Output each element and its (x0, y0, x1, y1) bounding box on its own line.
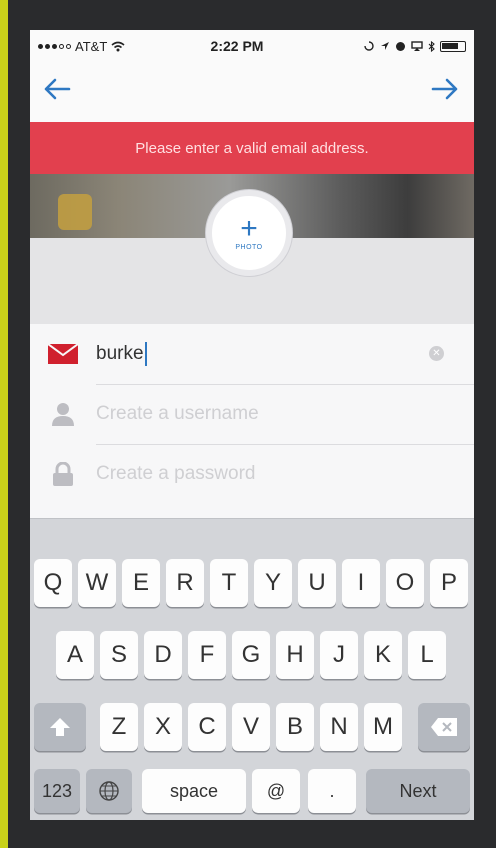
space-key[interactable]: space (142, 769, 246, 813)
key-u[interactable]: U (298, 559, 336, 607)
key-j[interactable]: J (320, 631, 358, 679)
key-o[interactable]: O (386, 559, 424, 607)
globe-key[interactable] (86, 769, 132, 813)
key-q[interactable]: Q (34, 559, 72, 607)
delete-key[interactable] (418, 703, 470, 751)
key-v[interactable]: V (232, 703, 270, 751)
key-r[interactable]: R (166, 559, 204, 607)
alarm-icon (396, 41, 405, 51)
add-photo-label: PHOTO (235, 243, 263, 251)
mail-icon (48, 344, 78, 364)
key-f[interactable]: F (188, 631, 226, 679)
username-input[interactable] (96, 403, 396, 425)
status-right (316, 40, 466, 52)
dot-key[interactable]: . (308, 769, 356, 813)
wifi-icon (111, 41, 125, 51)
key-c[interactable]: C (188, 703, 226, 751)
error-message: Please enter a valid email address. (135, 139, 369, 157)
key-m[interactable]: M (364, 703, 402, 751)
key-l[interactable]: L (408, 631, 446, 679)
key-s[interactable]: S (100, 631, 138, 679)
carrier-name: AT&T (75, 38, 108, 54)
airplay-icon (411, 41, 423, 51)
numbers-key[interactable]: 123 (34, 769, 80, 813)
next-key[interactable]: Next (366, 769, 470, 813)
globe-icon (99, 781, 119, 801)
text-cursor (144, 342, 147, 366)
key-y[interactable]: Y (254, 559, 292, 607)
key-n[interactable]: N (320, 703, 358, 751)
battery-icon (440, 40, 466, 52)
cover-photo-detail (58, 194, 92, 230)
phone-screen: AT&T 2:22 PM Please enter a valid email (30, 30, 474, 820)
key-i[interactable]: I (342, 559, 380, 607)
error-banner: Please enter a valid email address. (30, 122, 474, 174)
arrow-right-icon[interactable] (430, 74, 460, 104)
signal-icon (38, 43, 71, 49)
key-g[interactable]: G (232, 631, 270, 679)
add-photo-button[interactable]: + PHOTO (206, 190, 292, 276)
email-text: burke (96, 343, 144, 364)
email-value[interactable]: burke (96, 342, 147, 366)
backspace-icon (431, 718, 457, 736)
key-x[interactable]: X (144, 703, 182, 751)
at-key[interactable]: @ (252, 769, 300, 813)
email-field[interactable]: burke ✕ (30, 324, 474, 384)
keyboard: Q W E R T Y U I O P A S D F G H J K L Z … (30, 518, 474, 820)
key-a[interactable]: A (56, 631, 94, 679)
location-icon (381, 42, 389, 50)
key-b[interactable]: B (276, 703, 314, 751)
key-d[interactable]: D (144, 631, 182, 679)
status-left: AT&T (38, 39, 188, 54)
status-time: 2:22 PM (210, 38, 264, 54)
rotation-lock-icon (364, 41, 374, 51)
password-field[interactable] (30, 444, 474, 504)
password-input[interactable] (96, 463, 396, 485)
shift-icon (50, 718, 70, 736)
key-e[interactable]: E (122, 559, 160, 607)
user-icon (52, 403, 74, 426)
plus-icon: + (240, 211, 258, 245)
username-field[interactable] (30, 384, 474, 444)
key-w[interactable]: W (78, 559, 116, 607)
bluetooth-icon (428, 40, 435, 52)
status-bar: AT&T 2:22 PM (30, 30, 474, 62)
arrow-left-icon[interactable] (42, 74, 72, 104)
nav-bar (30, 62, 474, 122)
signup-form: burke ✕ (30, 324, 474, 518)
key-h[interactable]: H (276, 631, 314, 679)
key-t[interactable]: T (210, 559, 248, 607)
lock-icon (53, 462, 73, 486)
key-z[interactable]: Z (100, 703, 138, 751)
key-p[interactable]: P (430, 559, 468, 607)
key-k[interactable]: K (364, 631, 402, 679)
clear-field-icon[interactable]: ✕ (429, 346, 444, 361)
shift-key[interactable] (34, 703, 86, 751)
